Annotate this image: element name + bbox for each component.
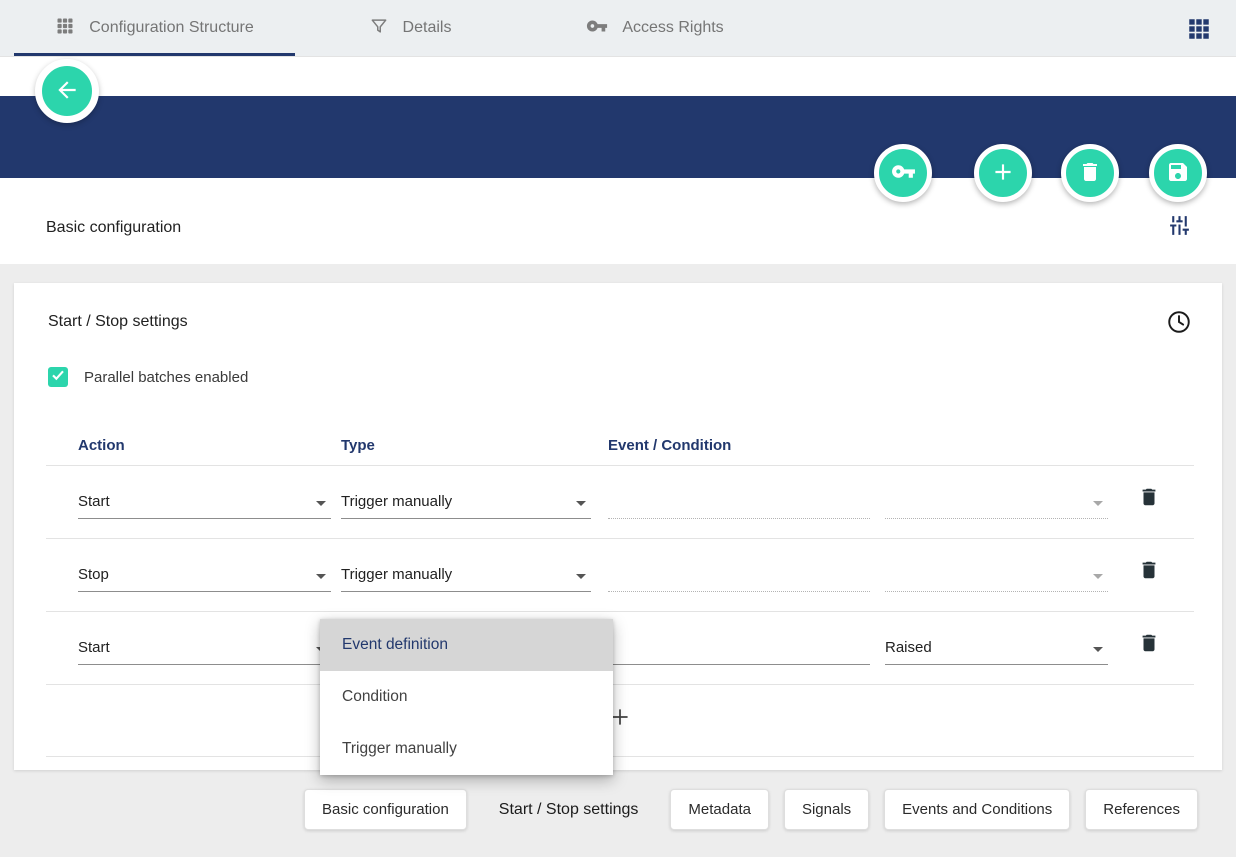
clock-icon[interactable]: [1166, 309, 1192, 340]
tune-icon[interactable]: [1167, 199, 1192, 243]
type-value: Trigger manually: [341, 566, 452, 583]
table-row: Start Trigger manually: [46, 466, 1194, 539]
menu-item-event-definition[interactable]: Event definition: [320, 619, 613, 671]
state-value: Raised: [885, 639, 932, 656]
type-dropdown-menu: Event definition Condition Trigger manua…: [320, 619, 613, 775]
tab-details[interactable]: Details: [295, 0, 525, 56]
parallel-batches-checkbox[interactable]: [48, 367, 68, 387]
toolbar-button-start-stop-settings[interactable]: Start / Stop settings: [482, 789, 656, 830]
menu-item-condition[interactable]: Condition: [320, 671, 613, 723]
state-select[interactable]: [885, 560, 1108, 592]
column-header-type: Type: [341, 437, 375, 454]
start-stop-settings-card: Start / Stop settings Parallel batches e…: [14, 283, 1222, 770]
event-condition-select[interactable]: [608, 560, 870, 592]
delete-fab[interactable]: [1061, 144, 1119, 202]
grid-icon: [55, 16, 75, 41]
tab-access-rights[interactable]: Access Rights: [525, 0, 785, 56]
delete-icon: [1078, 160, 1102, 187]
event-condition-select[interactable]: [608, 487, 870, 519]
action-select[interactable]: Start: [78, 487, 331, 519]
basic-configuration-bar: Basic configuration: [0, 178, 1236, 264]
action-value: Stop: [78, 566, 109, 583]
toolbar-button-signals[interactable]: Signals: [784, 789, 869, 830]
table-header: Action Type Event / Condition: [46, 433, 1194, 466]
delete-icon: [1138, 559, 1160, 584]
toolbar-button-basic-configuration[interactable]: Basic configuration: [304, 789, 467, 830]
tab-label: Access Rights: [622, 19, 723, 37]
basic-configuration-label: Basic configuration: [46, 205, 181, 237]
type-value: Trigger manually: [341, 493, 452, 510]
action-select[interactable]: Start: [78, 633, 331, 665]
chevron-down-icon: [576, 501, 586, 506]
menu-item-trigger-manually[interactable]: Trigger manually: [320, 723, 613, 775]
table-row: Start Raised: [46, 612, 1194, 685]
state-select[interactable]: [885, 487, 1108, 519]
top-tab-bar: Configuration Structure Details Access R…: [0, 0, 1236, 57]
column-header-event-condition: Event / Condition: [608, 437, 731, 454]
action-select[interactable]: Stop: [78, 560, 331, 592]
chevron-down-icon: [1093, 501, 1103, 506]
page: Configuration Structure Details Access R…: [0, 0, 1236, 857]
add-fab[interactable]: [974, 144, 1032, 202]
check-icon: [50, 367, 66, 388]
column-header-action: Action: [78, 437, 125, 454]
key-icon: [586, 15, 608, 42]
white-strip: [0, 57, 1236, 96]
apps-grid-icon[interactable]: [1186, 16, 1212, 42]
section-title: Start / Stop settings: [48, 313, 188, 331]
tab-label: Details: [403, 19, 452, 37]
chevron-down-icon: [316, 574, 326, 579]
chevron-down-icon: [1093, 647, 1103, 652]
checkbox-label: Parallel batches enabled: [84, 369, 248, 386]
key-icon: [891, 159, 916, 187]
add-row-area: [46, 685, 1194, 757]
back-button[interactable]: [35, 59, 99, 123]
toolbar-button-events-and-conditions[interactable]: Events and Conditions: [884, 789, 1070, 830]
table-row: Stop Trigger manually: [46, 539, 1194, 612]
state-select[interactable]: Raised: [885, 633, 1108, 665]
chevron-down-icon: [316, 501, 326, 506]
tab-label: Configuration Structure: [89, 19, 254, 37]
chevron-down-icon: [576, 574, 586, 579]
save-icon: [1166, 160, 1190, 187]
section-toolbar: Basic configuration Start / Stop setting…: [0, 770, 1236, 857]
access-rights-fab[interactable]: [874, 144, 932, 202]
chevron-down-icon: [1093, 574, 1103, 579]
parallel-batches-row: Parallel batches enabled: [48, 367, 248, 387]
action-value: Start: [78, 493, 110, 510]
delete-row-button[interactable]: [1134, 554, 1164, 588]
filter-icon: [369, 16, 389, 41]
save-fab[interactable]: [1149, 144, 1207, 202]
delete-icon: [1138, 486, 1160, 511]
action-value: Start: [78, 639, 110, 656]
type-select[interactable]: Trigger manually: [341, 487, 591, 519]
event-condition-select[interactable]: [608, 633, 870, 665]
delete-row-button[interactable]: [1134, 481, 1164, 515]
arrow-left-icon: [54, 77, 80, 106]
toolbar-button-metadata[interactable]: Metadata: [670, 789, 769, 830]
add-icon: [990, 159, 1016, 188]
delete-row-button[interactable]: [1134, 627, 1164, 661]
type-select[interactable]: Trigger manually: [341, 560, 591, 592]
tab-configuration-structure[interactable]: Configuration Structure: [14, 0, 295, 56]
delete-icon: [1138, 632, 1160, 657]
header-band: Condition Monitoring - Chargendefinition…: [0, 96, 1236, 178]
toolbar-button-references[interactable]: References: [1085, 789, 1198, 830]
